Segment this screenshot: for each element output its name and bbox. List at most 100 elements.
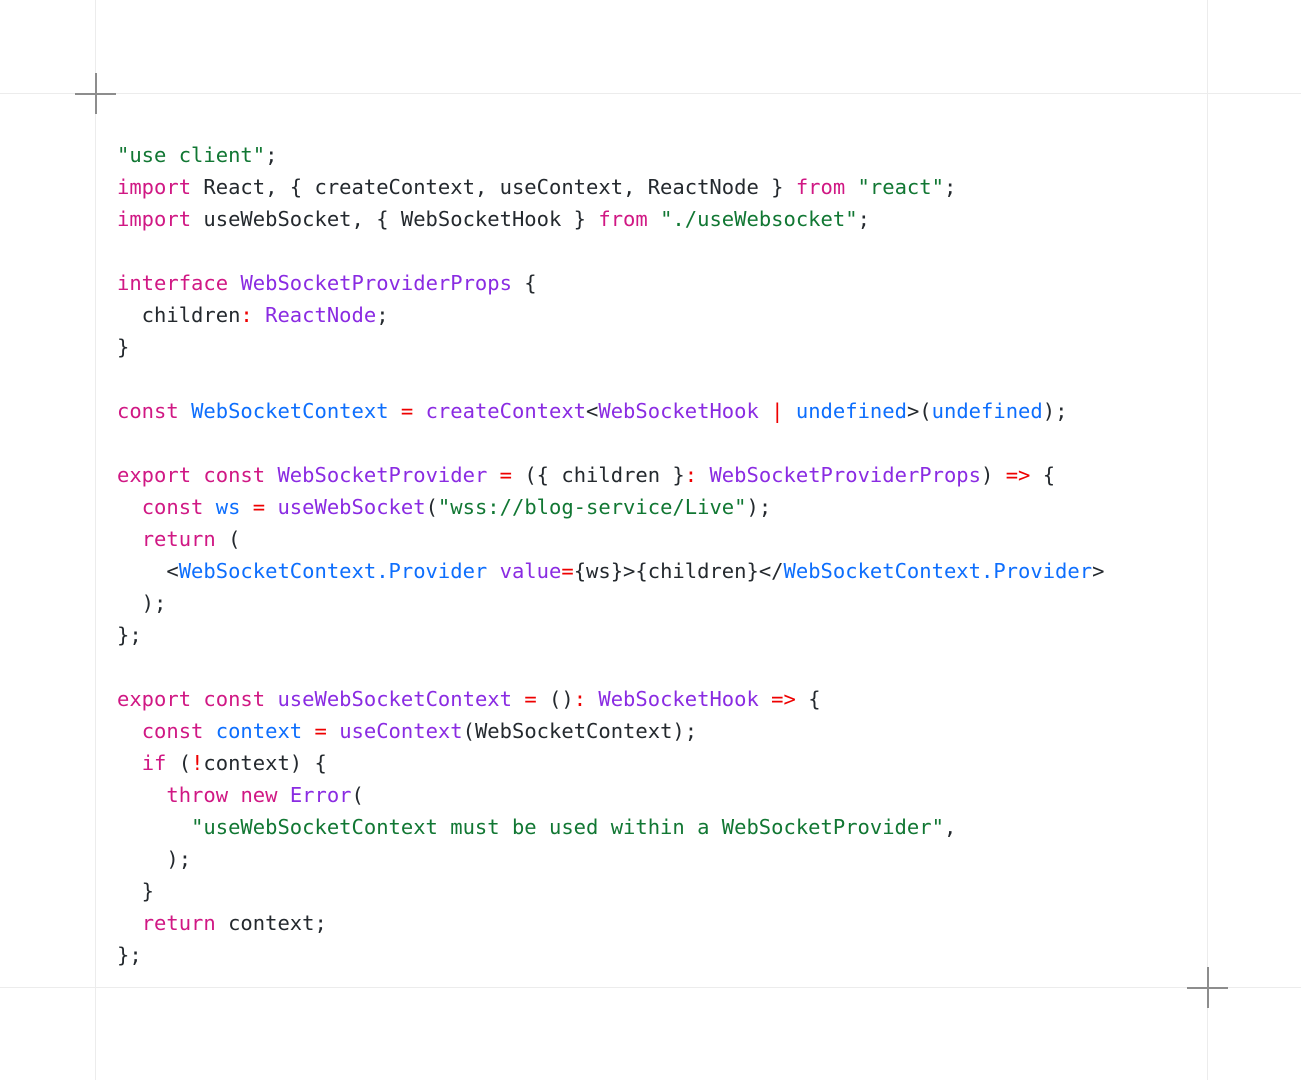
code-token-op: !: [191, 750, 204, 775]
code-token-kw: interface: [117, 270, 229, 295]
code-token-kw: export: [117, 462, 192, 487]
code-token-type: useWebSocket: [277, 494, 426, 519]
code-token-type: Error: [289, 782, 352, 807]
code-token-plain: );: [746, 494, 772, 519]
code-token-plain: ,: [943, 814, 957, 839]
code-token-type: WebSocketProvider: [277, 462, 488, 487]
code-token-op: =>: [1005, 462, 1031, 487]
code-line: if (!context) {: [117, 747, 1207, 779]
code-token-var: WebSocketContext.Provider: [783, 558, 1093, 583]
code-block: "use client"; import React, { createConte…: [117, 139, 1207, 971]
code-token-var: WebSocketContext: [191, 398, 389, 423]
code-token-str: "use client": [117, 142, 266, 167]
code-token-plain: children: [117, 302, 241, 327]
code-token-plain: };: [117, 622, 142, 647]
code-token-str: "./useWebsocket": [660, 206, 858, 231]
code-token-op: =>: [771, 686, 796, 711]
code-token-plain: ({ children }: [511, 462, 685, 487]
code-token-str: "useWebSocketContext must be used within…: [191, 814, 944, 839]
code-token-op: =: [314, 718, 327, 743]
code-token-type: createContext: [425, 398, 587, 423]
code-token-op: =: [524, 686, 537, 711]
code-line: import React, { createContext, useContex…: [117, 171, 1207, 203]
code-line: };: [117, 939, 1207, 971]
code-token-kw: from: [795, 174, 846, 199]
page-guide-vertical-left: [95, 0, 96, 1080]
code-token-type: WebSocketHook: [598, 686, 759, 711]
code-line: throw new Error(: [117, 779, 1207, 811]
page-guide-horizontal-top: [0, 93, 1301, 94]
code-line: return context;: [117, 907, 1207, 939]
code-token-plain: );: [117, 846, 192, 871]
code-token-plain: {: [795, 686, 821, 711]
code-token-plain: (: [425, 494, 438, 519]
code-line: interface WebSocketProviderProps {: [117, 267, 1207, 299]
code-token-plain: (: [166, 750, 192, 775]
code-token-plain: useWebSocket, { WebSocketHook }: [191, 206, 599, 231]
code-token-str: "wss://blog-service/Live": [437, 494, 747, 519]
code-token-plain: <: [586, 398, 599, 423]
code-line: "use client";: [117, 139, 1207, 171]
code-token-plain: (: [351, 782, 364, 807]
code-token-type: useWebSocketContext: [277, 686, 512, 711]
code-token-var: ws: [215, 494, 241, 519]
code-token-op: :: [684, 462, 698, 487]
code-token-op: |: [771, 398, 784, 423]
code-token-kw: return: [141, 910, 216, 935]
code-token-kw: export: [117, 686, 192, 711]
code-token-plain: >: [1092, 558, 1105, 583]
code-line: );: [117, 843, 1207, 875]
code-token-kw: const: [203, 686, 266, 711]
code-token-plain: ;: [376, 302, 389, 327]
code-token-kw: import: [117, 174, 192, 199]
code-line: }: [117, 331, 1207, 363]
code-token-plain: ;: [857, 206, 870, 231]
code-token-kw: import: [117, 206, 192, 231]
code-line: const WebSocketContext = createContext<W…: [117, 395, 1207, 427]
code-token-type: WebSocketHook: [598, 398, 759, 423]
code-token-kw: if: [141, 750, 167, 775]
code-token-plain: }: [117, 334, 130, 359]
code-token-type: useContext: [339, 718, 463, 743]
code-token-type: value: [499, 558, 562, 583]
code-token-var: undefined: [795, 398, 907, 423]
code-token-op: :: [573, 686, 587, 711]
code-line: "useWebSocketContext must be used within…: [117, 811, 1207, 843]
code-line: };: [117, 619, 1207, 651]
code-token-kw: const: [117, 398, 179, 423]
code-token-var: context: [215, 718, 303, 743]
code-token-plain: {: [1030, 462, 1056, 487]
code-token-kw: from: [598, 206, 648, 231]
code-token-op: =: [561, 558, 574, 583]
page-guide-horizontal-bottom: [0, 987, 1301, 988]
code-token-op: =: [499, 462, 512, 487]
code-token-plain: (: [215, 526, 241, 551]
code-line: export const WebSocketProvider = ({ chil…: [117, 459, 1207, 491]
code-token-plain: ;: [943, 174, 957, 199]
